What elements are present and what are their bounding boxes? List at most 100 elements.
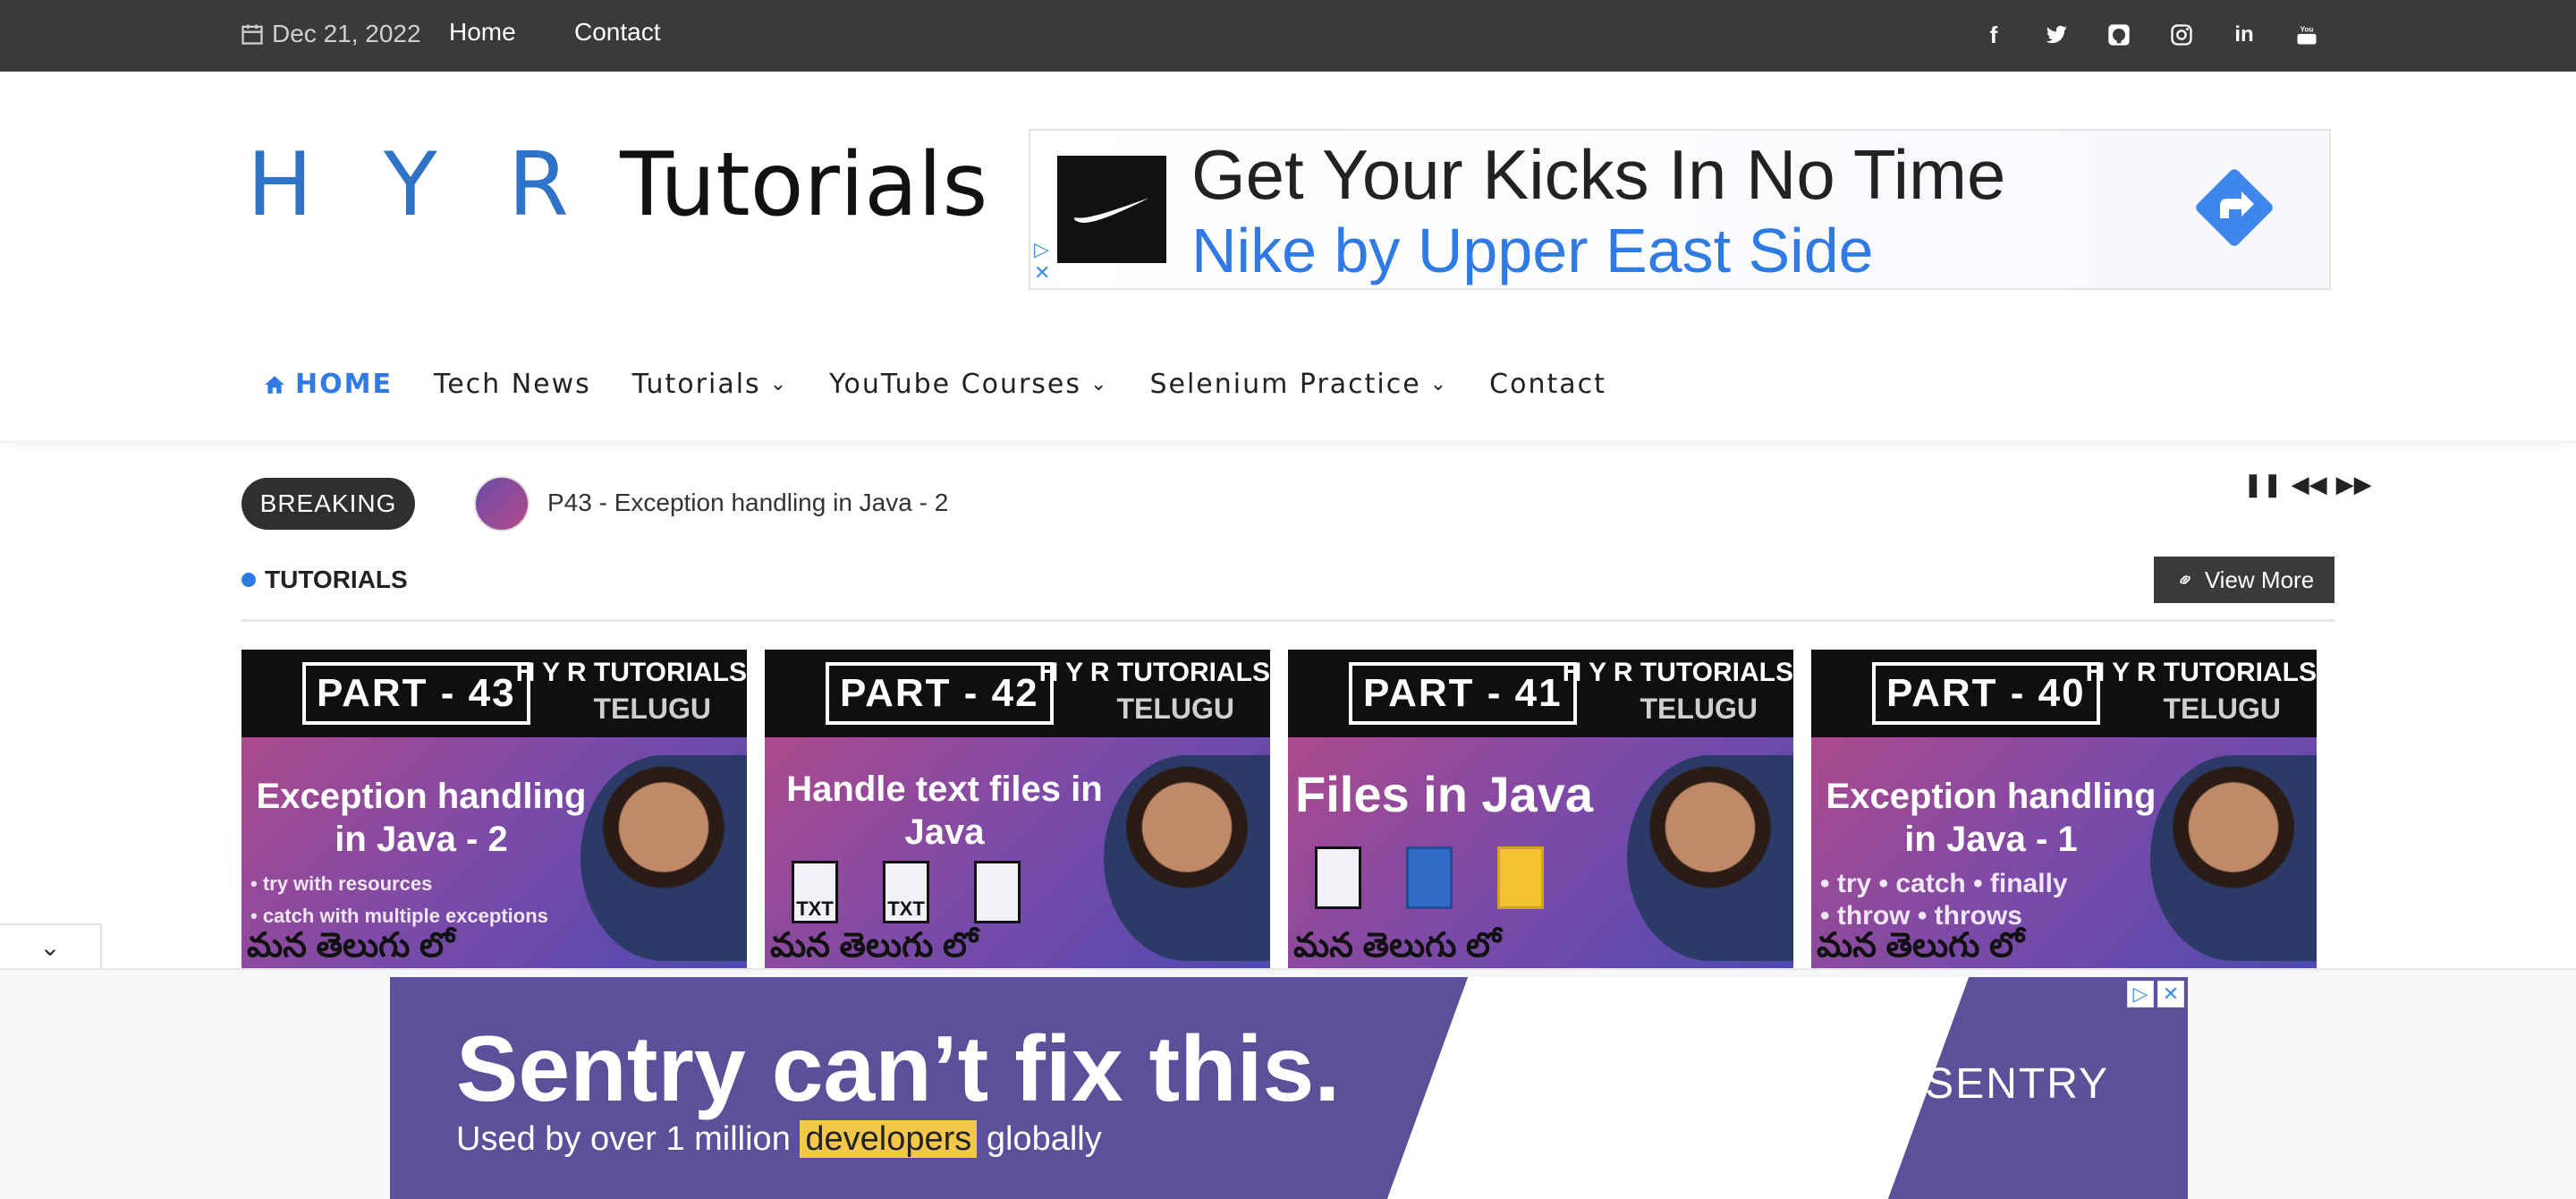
card-brand-name: H Y R TUTORIALS <box>1038 658 1270 687</box>
instructor-photo <box>1104 755 1270 961</box>
document-icon <box>974 861 1021 923</box>
section-title: TUTORIALS <box>242 565 408 594</box>
view-more-button[interactable]: View More <box>2154 557 2334 603</box>
sentry-logo: SENTRY <box>1864 1059 2109 1109</box>
card-topic: Exception handling in Java - 1 <box>1826 777 2157 859</box>
chevron-down-icon: ⌄ <box>769 373 789 395</box>
date-text: Dec 21, 2022 <box>272 20 421 47</box>
card-brand: H Y R TUTORIALS TELUGU <box>1039 655 1270 727</box>
header-ad-banner[interactable]: Get Your Kicks In No Time Nike by Upper … <box>1029 129 2331 290</box>
twitter-icon[interactable] <box>2041 20 2072 50</box>
instagram-icon[interactable] <box>2166 20 2197 50</box>
instructor-photo <box>2150 755 2317 961</box>
file-icons: TXT TXT <box>792 861 1021 923</box>
card-part: PART - 41 <box>1349 662 1577 725</box>
sub-highlight: developers <box>800 1120 978 1158</box>
card-bullet: • try • catch • finally <box>1820 869 2068 898</box>
tutorial-card[interactable]: PART - 41 H Y R TUTORIALS TELUGU Files in… <box>1288 650 1793 968</box>
nav-contact-label: Contact <box>1489 369 1606 400</box>
breaking-headline[interactable]: P43 - Exception handling in Java - 2 <box>547 489 948 517</box>
card-part: PART - 43 <box>302 662 530 725</box>
nav-selenium-practice-label: Selenium Practice <box>1149 369 1421 400</box>
sentry-icon <box>1864 1064 1913 1105</box>
nav-selenium-practice[interactable]: Selenium Practice ⌄ <box>1149 369 1448 400</box>
tutorial-card[interactable]: PART - 42 H Y R TUTORIALS TELUGU Handle t… <box>765 650 1270 968</box>
sub-after: globally <box>986 1120 1102 1158</box>
nav-contact[interactable]: Contact <box>1489 369 1606 400</box>
card-topic: Handle text files in Java <box>786 770 1103 852</box>
card-telugu: మన తెలుగు లో <box>247 927 455 965</box>
instructor-photo <box>580 755 747 961</box>
card-brand: H Y R TUTORIALS TELUGU <box>516 655 747 727</box>
instructor-photo <box>1627 755 1793 961</box>
ad-choices-icon[interactable]: ▷ <box>2127 981 2154 1008</box>
nav-home[interactable]: HOME <box>263 369 393 400</box>
logo-hyr: H Y R <box>247 134 590 236</box>
card-lang: TELUGU <box>593 693 711 725</box>
sub-before: Used by over 1 million <box>456 1120 791 1158</box>
card-part: PART - 42 <box>826 662 1054 725</box>
card-brand-name: H Y R TUTORIALS <box>515 658 747 687</box>
facebook-icon[interactable]: f <box>1979 20 2009 50</box>
linkedin-icon[interactable]: in <box>2229 20 2259 50</box>
link-icon <box>2180 575 2190 584</box>
chevron-down-icon: ⌄ <box>39 932 61 961</box>
chevron-down-icon: ⌄ <box>1429 373 1449 395</box>
prev-icon[interactable]: ◀◀ <box>2292 471 2327 498</box>
ad-subline: Nike by Upper East Side <box>1191 216 1874 285</box>
site-logo[interactable]: H Y R Tutorials <box>247 134 987 236</box>
nav-tech-news-label: Tech News <box>433 369 591 400</box>
txt-file-icon: TXT <box>883 861 929 923</box>
card-lang: TELUGU <box>1640 693 1758 725</box>
breaking-thumbnail[interactable] <box>474 476 530 531</box>
card-telugu: మన తెలుగు లో <box>770 927 979 965</box>
nike-logo <box>1057 156 1166 263</box>
svg-text:You: You <box>2301 26 2314 34</box>
close-icon[interactable]: ✕ <box>2157 981 2184 1008</box>
bottom-ad-subline: Used by over 1 million developers global… <box>456 1120 1102 1159</box>
ad-arrow-icon[interactable] <box>2190 163 2279 252</box>
card-topic: Files in Java <box>1295 766 1594 822</box>
card-brand: H Y R TUTORIALS TELUGU <box>1563 655 1793 727</box>
home-icon <box>265 375 284 394</box>
tutorial-card[interactable]: PART - 40 H Y R TUTORIALS TELUGU Exceptio… <box>1811 650 2317 968</box>
nav-tech-news[interactable]: Tech News <box>434 369 591 400</box>
youtube-icon[interactable]: You <box>2292 20 2322 50</box>
card-brand: H Y R TUTORIALS TELUGU <box>2086 655 2317 727</box>
ad-controls: ▷ ✕ <box>2127 981 2184 1008</box>
files-stack-icon <box>1315 846 1361 909</box>
topbar-home-link[interactable]: Home <box>449 18 516 47</box>
pause-icon[interactable]: ❚❚ <box>2243 471 2283 498</box>
nav-tutorials[interactable]: Tutorials ⌄ <box>632 369 788 400</box>
yellow-folder-icon <box>1497 846 1544 909</box>
main-nav: HOME Tech News Tutorials ⌄ YouTube Cours… <box>263 369 1606 400</box>
file-icons <box>1315 846 1544 909</box>
section-dot <box>242 573 256 587</box>
breaking-badge: BREAKING <box>242 478 415 530</box>
view-more-label: View More <box>2204 565 2315 593</box>
collapse-ad-button[interactable]: ⌄ <box>0 923 102 968</box>
ad-choices-icon[interactable]: ▷ ✕ <box>1034 238 1050 285</box>
ad-headline: Get Your Kicks In No Time <box>1191 135 2006 214</box>
chevron-down-icon: ⌄ <box>1090 373 1109 395</box>
nav-youtube-courses-label: YouTube Courses <box>829 369 1082 400</box>
txt-file-icon: TXT <box>792 861 838 923</box>
bottom-ad-banner[interactable]: Sentry can’t fix this. Used by over 1 mi… <box>390 977 2188 1199</box>
nav-youtube-courses[interactable]: YouTube Courses ⌄ <box>829 369 1108 400</box>
bottom-ad-headline: Sentry can’t fix this. <box>456 1017 1341 1121</box>
folder-icon <box>1406 846 1453 909</box>
sentry-brand: SENTRY <box>1925 1060 2109 1108</box>
card-lang: TELUGU <box>1116 693 1234 725</box>
card-brand-name: H Y R TUTORIALS <box>1562 658 1793 687</box>
card-lang: TELUGU <box>2163 693 2281 725</box>
section-title-text: TUTORIALS <box>265 565 408 593</box>
github-icon[interactable] <box>2104 20 2134 50</box>
tutorial-card[interactable]: PART - 43 H Y R TUTORIALS TELUGU Exceptio… <box>242 650 747 968</box>
card-bullet: • try with resources <box>250 872 433 895</box>
card-telugu: మన తెలుగు లో <box>1293 927 1502 965</box>
nav-tutorials-label: Tutorials <box>631 369 761 400</box>
topbar-contact-link[interactable]: Contact <box>574 18 661 47</box>
calendar-icon <box>242 24 263 45</box>
card-bullets: • try with resources • catch with multip… <box>250 868 548 932</box>
next-icon[interactable]: ▶▶ <box>2336 471 2372 498</box>
